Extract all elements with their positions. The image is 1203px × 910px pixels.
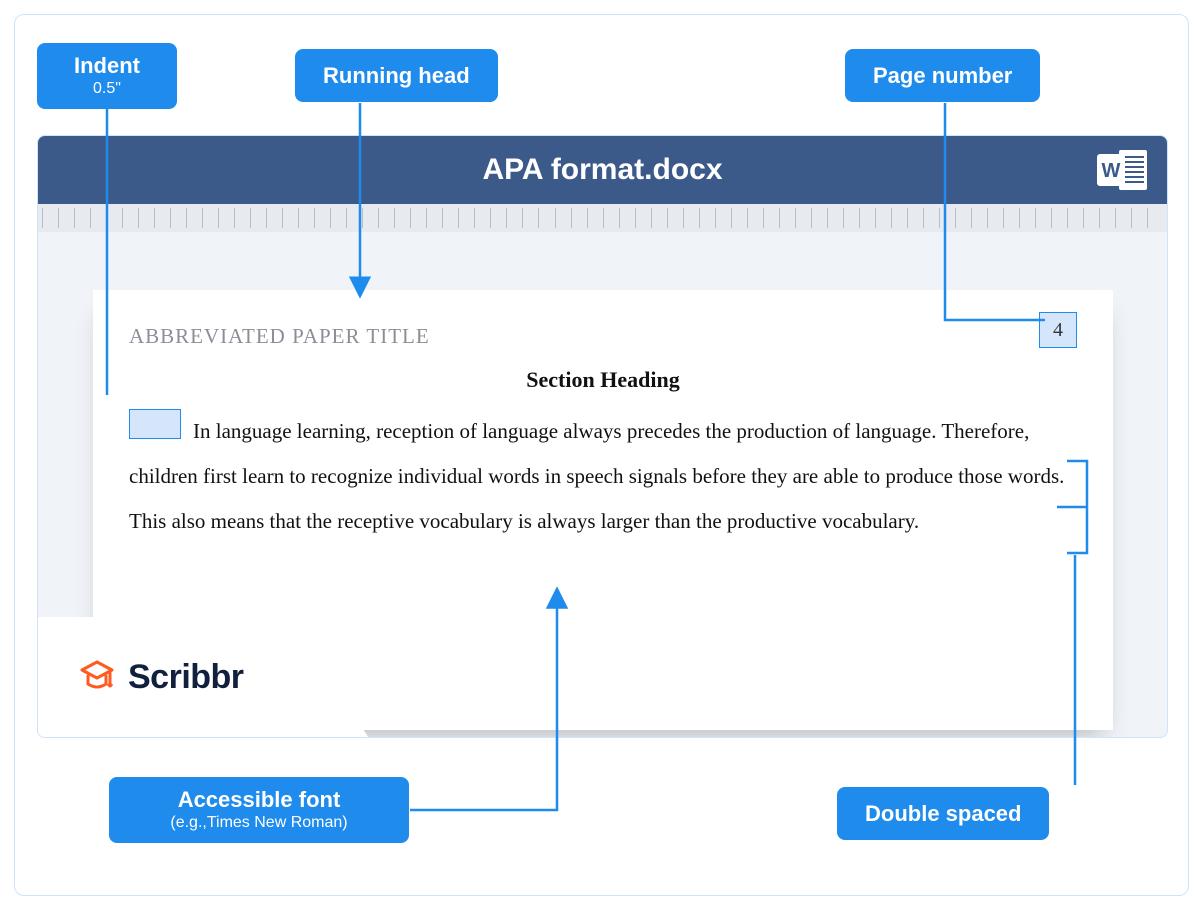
callout-running-head: Running head: [295, 49, 498, 102]
page-area: ABBREVIATED PAPER TITLE 4 Section Headin…: [38, 232, 1167, 737]
section-heading: Section Heading: [129, 367, 1077, 393]
body-text: In language learning, reception of langu…: [129, 409, 1077, 544]
callout-running-head-label: Running head: [323, 63, 470, 88]
scribbr-logo-text: Scribbr: [128, 658, 244, 697]
callout-indent: Indent 0.5": [37, 43, 177, 109]
callout-accessible-font: Accessible font (e.g.,Times New Roman): [109, 777, 409, 843]
running-head-text: ABBREVIATED PAPER TITLE: [129, 324, 1077, 349]
callout-accessible-font-label: Accessible font: [178, 787, 341, 812]
document-window: APA format.docx W ABBREVIATED PAPER TITL: [37, 135, 1168, 738]
page-number-value: 4: [1053, 319, 1063, 341]
window-titlebar: APA format.docx W: [38, 136, 1167, 204]
callout-accessible-font-sub: (e.g.,Times New Roman): [123, 814, 395, 832]
svg-text:W: W: [1102, 160, 1121, 182]
body-paragraph: In language learning, reception of langu…: [129, 409, 1077, 544]
word-icon: W: [1097, 148, 1149, 192]
page-number-box: 4: [1039, 312, 1077, 348]
callout-page-number-label: Page number: [873, 63, 1012, 88]
callout-indent-label: Indent: [74, 53, 140, 78]
document-filename: APA format.docx: [482, 153, 722, 186]
callout-indent-sub: 0.5": [47, 80, 167, 98]
callout-page-number: Page number: [845, 49, 1040, 102]
scribbr-logo-icon: [76, 656, 118, 698]
callout-double-spaced: Double spaced: [837, 787, 1049, 840]
ruler: [38, 204, 1167, 232]
indent-highlight-box: [129, 409, 181, 439]
diagram-canvas: Indent 0.5" Running head Page number APA…: [14, 14, 1189, 896]
callout-double-spaced-label: Double spaced: [865, 801, 1021, 826]
